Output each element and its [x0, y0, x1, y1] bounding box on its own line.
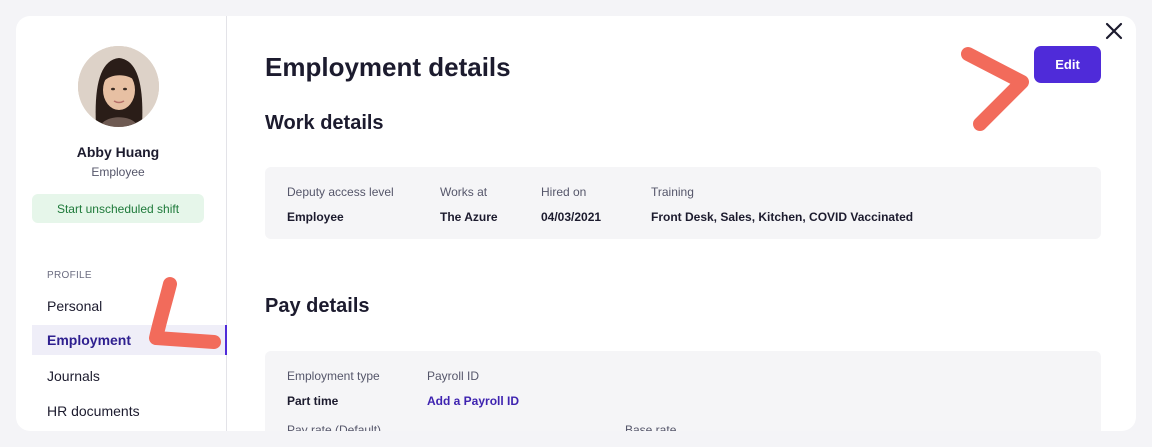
work-details-panel: Deputy access level Employee Works at Th… [265, 167, 1101, 239]
field-value: Front Desk, Sales, Kitchen, COVID Vaccin… [651, 210, 914, 224]
field-hired-on: Hired on 04/03/2021 [541, 185, 601, 224]
work-details-heading: Work details [265, 112, 384, 134]
start-unscheduled-shift-button[interactable]: Start unscheduled shift [32, 194, 204, 223]
sidebar-item-personal[interactable]: Personal [32, 291, 227, 321]
sidebar-item-hr-documents[interactable]: HR documents [32, 396, 227, 426]
sidebar-item-label: Personal [47, 298, 103, 314]
employee-name: Abby Huang [76, 144, 160, 160]
field-works-at: Works at The Azure [440, 185, 498, 224]
field-label: Training [651, 185, 694, 199]
page-title: Employment details [265, 52, 511, 82]
add-payroll-id-link[interactable]: Add a Payroll ID [427, 394, 519, 408]
field-pay-rate-default: Pay rate (Default) [287, 423, 381, 431]
close-icon [1105, 22, 1123, 40]
profile-section-label: PROFILE [47, 270, 92, 281]
field-training: Training Front Desk, Sales, Kitchen, COV… [651, 185, 913, 224]
field-label: Pay rate (Default) [287, 423, 382, 431]
field-base-rate: Base rate [625, 423, 676, 431]
field-label: Base rate [625, 423, 677, 431]
field-employment-type: Employment type Part time [287, 369, 380, 408]
field-label: Employment type [287, 369, 380, 383]
field-label: Payroll ID [427, 369, 480, 383]
employee-role: Employee [91, 165, 145, 179]
pay-details-heading: Pay details [265, 295, 370, 317]
field-value: 04/03/2021 [541, 210, 602, 224]
field-deputy-access-level: Deputy access level Employee [287, 185, 394, 224]
field-value: The Azure [440, 210, 498, 224]
avatar [78, 46, 159, 127]
sidebar-item-journals[interactable]: Journals [32, 361, 227, 391]
avatar-photo [78, 46, 159, 127]
field-label: Deputy access level [287, 185, 394, 199]
field-payroll-id: Payroll ID Add a Payroll ID [427, 369, 519, 408]
edit-button[interactable]: Edit [1034, 46, 1101, 83]
field-value: Employee [287, 210, 344, 224]
sidebar-item-label: Journals [47, 368, 100, 384]
employee-profile-modal: Abby Huang Employee Start unscheduled sh… [16, 16, 1136, 431]
sidebar-item-employment[interactable]: Employment [32, 325, 227, 355]
pay-details-panel: Employment type Part time Payroll ID Add… [265, 351, 1101, 431]
field-value: Part time [287, 394, 339, 408]
profile-sidebar: Abby Huang Employee Start unscheduled sh… [16, 16, 227, 431]
sidebar-item-label: Employment [47, 332, 132, 348]
field-label: Hired on [541, 185, 587, 199]
close-button[interactable] [1103, 20, 1125, 42]
sidebar-item-label: HR documents [47, 403, 140, 419]
field-label: Works at [440, 185, 488, 199]
